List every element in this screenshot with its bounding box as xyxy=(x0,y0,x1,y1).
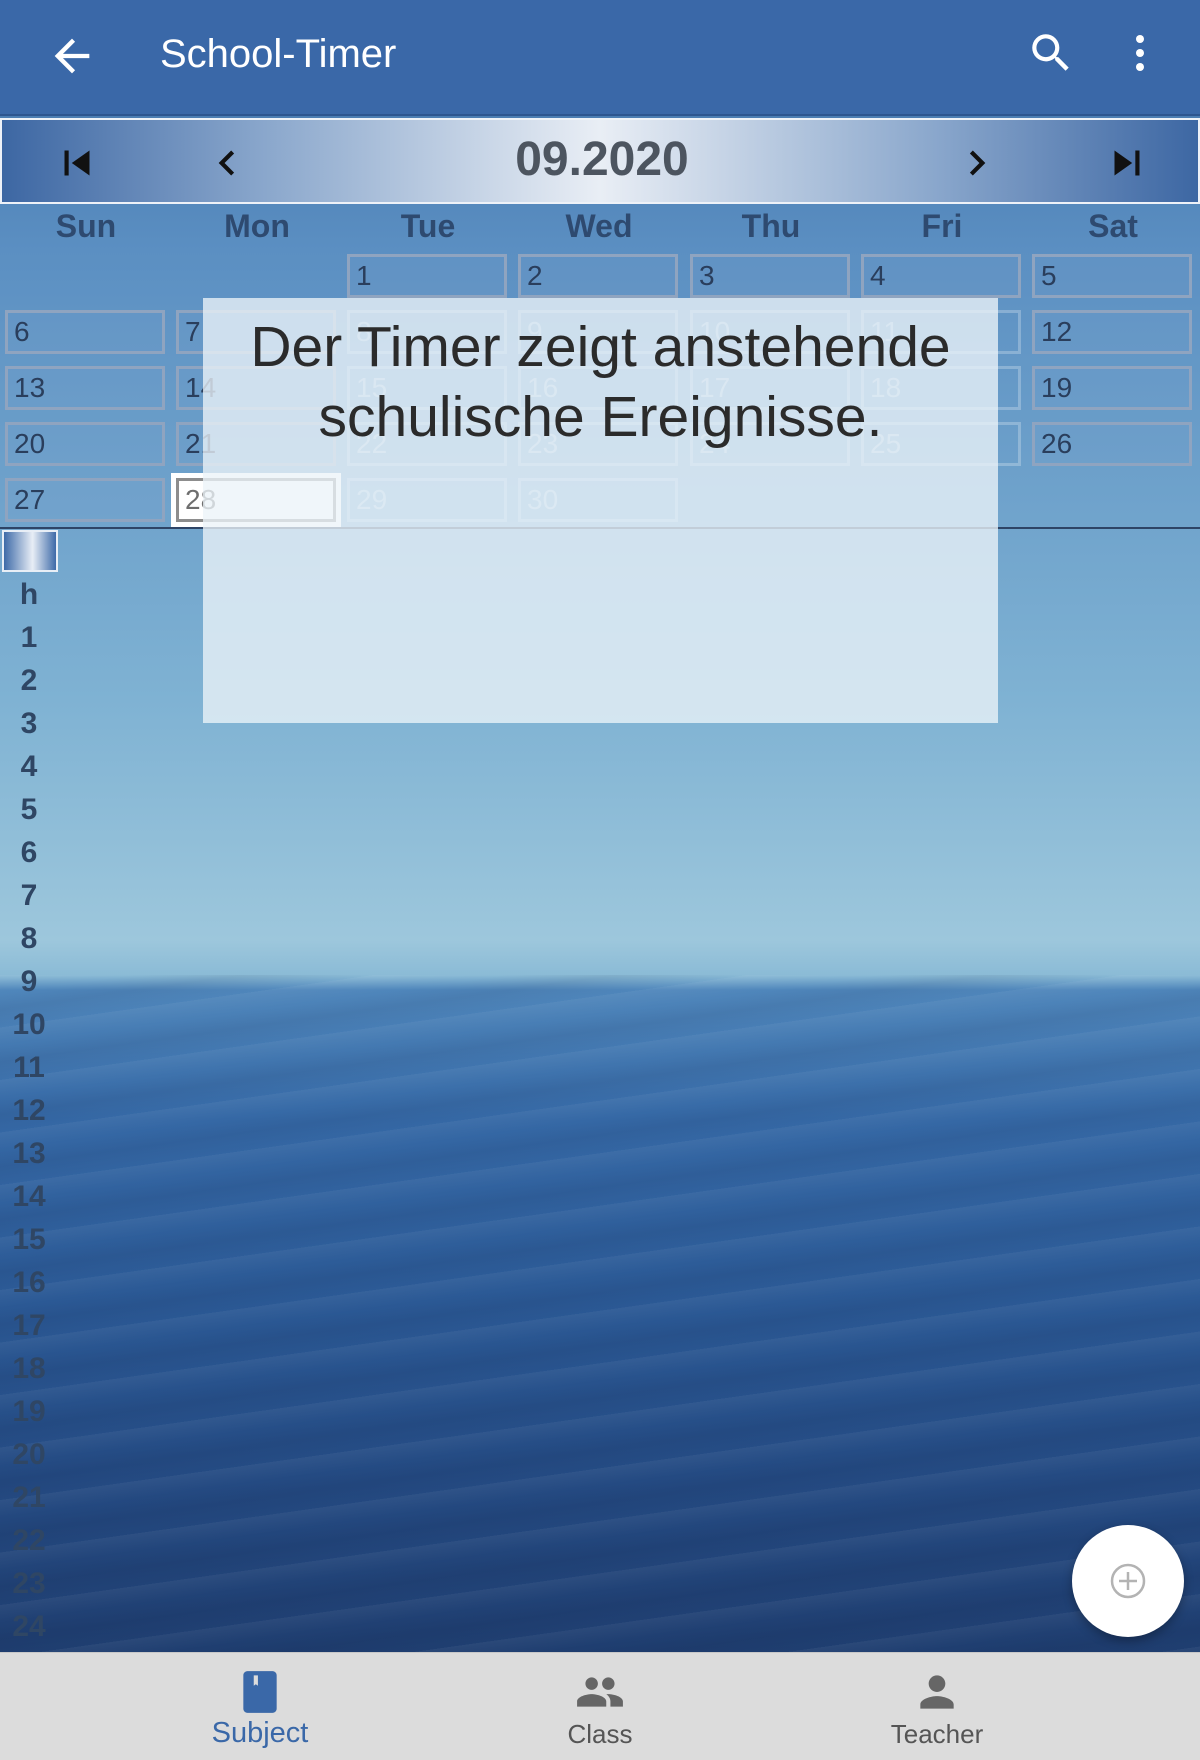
hour-label: 3 xyxy=(20,707,38,740)
hour-label: 20 xyxy=(12,1438,46,1471)
calendar-day[interactable]: 26 xyxy=(1032,422,1192,466)
bottom-navigation: Subject Class Teacher xyxy=(0,1652,1200,1760)
wave-texture xyxy=(0,975,1200,1652)
more-options-button[interactable] xyxy=(1116,28,1164,78)
current-month: 09.2020 xyxy=(515,133,689,186)
hour-label: 1 xyxy=(20,621,38,654)
skip-next-icon xyxy=(1114,150,1140,176)
calendar-day[interactable]: 19 xyxy=(1032,366,1192,410)
hour-header-swatch xyxy=(2,530,58,572)
hour-label: 19 xyxy=(12,1395,46,1428)
hour-label: 2 xyxy=(20,664,38,697)
calendar-day[interactable]: 12 xyxy=(1032,310,1192,354)
more-vert-icon xyxy=(1136,35,1144,71)
calendar-day[interactable]: 13 xyxy=(5,366,165,410)
weekday-mon: Mon xyxy=(224,208,290,244)
calendar-day[interactable]: 2 xyxy=(518,254,678,298)
hour-label: 4 xyxy=(20,750,38,783)
chevron-right-icon xyxy=(969,150,986,176)
calendar-day[interactable]: 5 xyxy=(1032,254,1192,298)
add-circle-icon xyxy=(1110,1563,1146,1599)
skip-previous-icon xyxy=(64,150,90,176)
group-icon xyxy=(575,1667,625,1717)
back-button[interactable] xyxy=(46,30,98,82)
tab-teacher[interactable]: Teacher xyxy=(737,1653,1137,1760)
hour-label: 16 xyxy=(12,1266,46,1299)
hour-label: 6 xyxy=(20,836,38,869)
tab-teacher-label: Teacher xyxy=(890,1719,984,1749)
search-icon xyxy=(1032,34,1069,71)
calendar-day[interactable]: 20 xyxy=(5,422,165,466)
hour-label: 18 xyxy=(12,1352,46,1385)
calendar-day[interactable]: 27 xyxy=(5,478,165,522)
weekday-sat: Sat xyxy=(1088,208,1138,244)
chevron-left-icon xyxy=(218,150,235,176)
hour-label: 9 xyxy=(20,965,38,998)
hour-label: 22 xyxy=(12,1524,46,1557)
weekday-thu: Thu xyxy=(741,208,801,244)
hour-label: 21 xyxy=(12,1481,46,1514)
first-month-button[interactable] xyxy=(52,138,102,188)
app-bar: School-Timer xyxy=(0,0,1200,116)
month-navigator: 09.2020 xyxy=(0,118,1200,204)
hour-label: 24 xyxy=(12,1610,46,1643)
hour-label: 11 xyxy=(13,1051,45,1084)
hour-label: 13 xyxy=(12,1137,46,1170)
hour-label: 15 xyxy=(12,1223,46,1256)
person-icon xyxy=(912,1667,962,1717)
book-icon xyxy=(235,1667,285,1717)
hour-label: 23 xyxy=(12,1567,46,1600)
previous-month-button[interactable] xyxy=(202,138,252,188)
calendar-day[interactable]: 1 xyxy=(347,254,507,298)
hour-label: 10 xyxy=(12,1008,46,1041)
add-event-button[interactable] xyxy=(1072,1525,1184,1637)
hour-label: h xyxy=(19,578,39,611)
hour-label: 14 xyxy=(12,1180,46,1213)
weekday-wed: Wed xyxy=(565,208,633,244)
last-month-button[interactable] xyxy=(1102,138,1152,188)
hour-label: 5 xyxy=(20,793,38,826)
info-overlay-text: Der Timer zeigt anstehende schulische Er… xyxy=(250,315,951,449)
weekday-tue: Tue xyxy=(400,208,456,244)
info-overlay[interactable]: Der Timer zeigt anstehende schulische Er… xyxy=(203,298,998,723)
app-title: School-Timer xyxy=(160,32,397,76)
arrow-back-icon xyxy=(54,38,90,74)
calendar-day[interactable]: 3 xyxy=(690,254,850,298)
hour-label: 8 xyxy=(20,922,38,955)
hour-label: 7 xyxy=(20,879,38,912)
calendar-day[interactable]: 6 xyxy=(5,310,165,354)
hour-label: 17 xyxy=(12,1309,46,1342)
search-button[interactable] xyxy=(1026,28,1076,78)
weekday-fri: Fri xyxy=(921,208,963,244)
weekday-sun: Sun xyxy=(55,208,117,244)
calendar-day[interactable]: 4 xyxy=(861,254,1021,298)
hour-label: 12 xyxy=(12,1094,46,1127)
next-month-button[interactable] xyxy=(952,138,1002,188)
screen: School-Timer 09.2020 Sun Mon Tue Wed Thu… xyxy=(0,0,1200,1760)
